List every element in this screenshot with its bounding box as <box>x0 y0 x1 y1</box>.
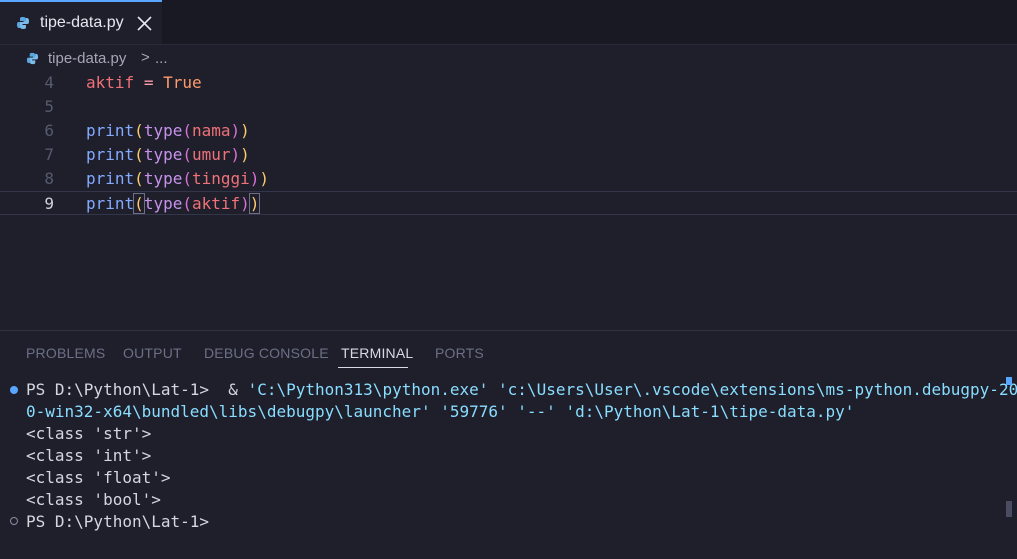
tab-terminal[interactable]: TERMINAL <box>341 345 413 361</box>
line-number: 6 <box>44 121 54 140</box>
line-number: 9 <box>44 194 54 213</box>
code-line: 8 print(type(tinggi)) <box>0 167 1017 191</box>
code-line-current: 9 print(type(aktif)) <box>0 191 1017 215</box>
scrollbar-marker <box>1006 377 1012 385</box>
line-number: 4 <box>44 73 54 92</box>
tab-label: tipe-data.py <box>40 14 124 31</box>
line-code: print(type(umur)) <box>86 145 250 164</box>
tab-output[interactable]: OUTPUT <box>123 345 182 361</box>
line-code: aktif = True <box>86 73 202 92</box>
terminal-line: <class 'str'> <box>26 424 152 443</box>
terminal-line: <class 'bool'> <box>26 490 161 509</box>
terminal-line: <class 'int'> <box>26 446 152 465</box>
line-number: 7 <box>44 145 54 164</box>
line-code: print(type(tinggi)) <box>86 169 270 188</box>
line-code: print(type(nama)) <box>86 121 250 140</box>
code-line: 6 print(type(nama)) <box>0 119 1017 143</box>
active-tab-indicator <box>338 367 408 368</box>
close-icon[interactable] <box>136 15 153 32</box>
breadcrumb-separator: > <box>141 49 150 66</box>
terminal-line: PS D:\Python\Lat-1> & 'C:\Python313\pyth… <box>26 380 1017 399</box>
terminal-line: <class 'float'> <box>26 468 171 487</box>
python-file-icon <box>26 52 39 65</box>
code-line: 5 <box>0 95 1017 119</box>
tab-problems[interactable]: PROBLEMS <box>26 345 105 361</box>
editor-tab-bar: tipe-data.py <box>0 0 1017 45</box>
line-number: 8 <box>44 169 54 188</box>
tab-debug-console[interactable]: DEBUG CONSOLE <box>204 345 329 361</box>
breadcrumb-file[interactable]: tipe-data.py <box>48 50 126 67</box>
code-editor[interactable]: 4 aktif = True 5 6 print(type(nama)) 7 p… <box>0 71 1017 329</box>
tab-ports[interactable]: PORTS <box>435 345 484 361</box>
breadcrumb: tipe-data.py > ... <box>0 46 1017 72</box>
code-line: 4 aktif = True <box>0 71 1017 95</box>
terminal-prompt: PS D:\Python\Lat-1> <box>26 512 210 531</box>
line-number: 5 <box>44 97 54 116</box>
code-line: 7 print(type(umur)) <box>0 143 1017 167</box>
python-file-icon <box>17 17 29 29</box>
bottom-panel: PROBLEMS OUTPUT DEBUG CONSOLE TERMINAL P… <box>0 330 1017 559</box>
terminal-line: 0-win32-x64\bundled\libs\debugpy\launche… <box>26 402 855 421</box>
terminal-scrollbar[interactable] <box>1006 501 1012 517</box>
tab-tipe-data-py[interactable]: tipe-data.py <box>0 0 162 44</box>
line-code: print(type(aktif)) <box>86 193 261 214</box>
command-status-icon[interactable] <box>10 517 18 525</box>
command-status-icon[interactable] <box>10 386 18 394</box>
breadcrumb-symbols[interactable]: ... <box>155 50 168 67</box>
